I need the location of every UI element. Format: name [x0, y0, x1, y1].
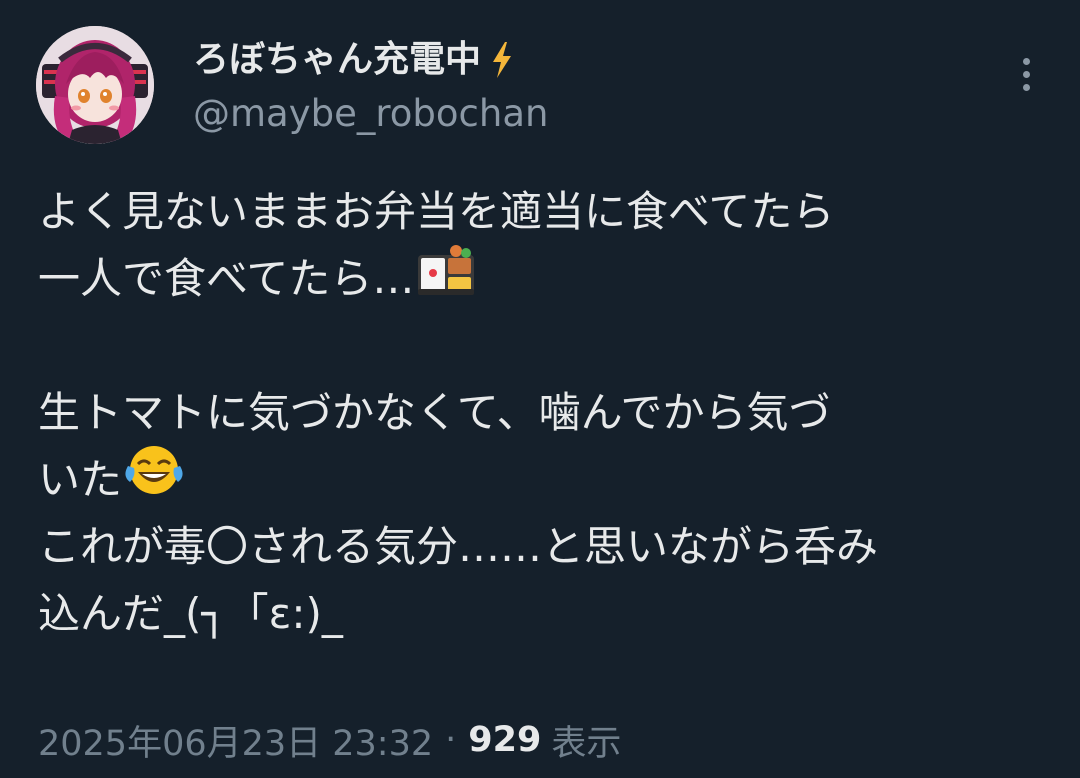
author-name-block: ろぼちゃん充電中 @maybe_robochan [193, 38, 893, 136]
tweet-line-text: いた [38, 455, 123, 504]
vertical-ellipsis-icon [1022, 70, 1030, 78]
tweet-meta: 2025年06月23日 23:32 · 929 表示 [38, 710, 621, 770]
tweet-line: いた [38, 446, 1048, 513]
tweet-text: よく見ないままお弁当を適当に食べてたら 一人で食べてたら… 生トマトに気づかなく… [38, 178, 1048, 647]
display-name[interactable]: ろぼちゃん充電中 [193, 38, 481, 82]
face-with-tears-of-joy-emoji [124, 442, 184, 517]
tweet-line-text: 込んだ_(┐「ε:)_ [38, 589, 343, 638]
more-options-button[interactable] [1006, 52, 1046, 96]
tweet-line: 一人で食べてたら… [38, 245, 1048, 312]
tweet-line: 込んだ_(┐「ε:)_ [38, 580, 1048, 647]
tweet-line: よく見ないままお弁当を適当に食べてたら [38, 178, 1048, 245]
lightning-bolt-icon [489, 40, 515, 80]
vertical-ellipsis-icon [1022, 57, 1030, 65]
tweet-timestamp[interactable]: 2025年06月23日 23:32 [38, 715, 433, 766]
tweet-line-text: 生トマトに気づかなくて、噛んでから気づ [38, 388, 831, 437]
tweet-line: これが毒〇される気分……と思いながら呑み [38, 513, 1048, 580]
tweet-line: 生トマトに気づかなくて、噛んでから気づ [38, 379, 1048, 446]
tweet-line-text: よく見ないままお弁当を適当に食べてたら [38, 187, 835, 236]
meta-separator: · [445, 720, 457, 760]
avatar[interactable] [36, 26, 154, 144]
author-handle[interactable]: @maybe_robochan [193, 92, 893, 136]
tweet-line-text: 一人で食べてたら… [38, 254, 415, 303]
tweet-line-text: これが毒〇される気分……と思いながら呑み [38, 522, 879, 571]
views-label: 表示 [551, 723, 622, 764]
views-count: 929 [468, 720, 542, 760]
tweet-header: ろぼちゃん充電中 @maybe_robochan [36, 26, 1046, 146]
vertical-ellipsis-icon [1022, 83, 1030, 91]
tweet-detail-page: ろぼちゃん充電中 @maybe_robochan よく見ないままお弁当を適当に食… [0, 0, 1080, 778]
display-name-row[interactable]: ろぼちゃん充電中 [193, 38, 893, 82]
avatar-image [36, 26, 154, 144]
bento-box-emoji [416, 241, 476, 316]
